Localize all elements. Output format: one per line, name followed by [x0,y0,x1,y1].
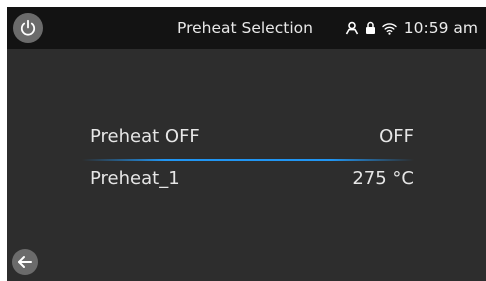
wifi-icon [382,22,397,35]
back-arrow-icon [18,256,32,268]
preheat-option-1[interactable]: Preheat_1 275 °C [82,161,414,201]
page-title: Preheat Selection [177,19,313,37]
status-bar: 10:59 am [345,7,478,49]
option-label: Preheat OFF [90,126,200,147]
back-button[interactable] [12,249,38,275]
top-bar: Preheat Selection 10:59 am [7,7,486,49]
power-icon [20,19,36,36]
option-value: 275 °C [352,168,414,189]
option-label: Preheat_1 [90,168,180,189]
power-button[interactable] [13,13,43,43]
user-icon [345,21,359,35]
preheat-selection-screen: Preheat Selection 10:59 am Preheat OFF O… [7,7,486,281]
preheat-options-list: Preheat OFF OFF Preheat_1 275 °C [82,119,414,201]
clock: 10:59 am [403,19,478,37]
option-value: OFF [379,126,414,147]
preheat-option-off[interactable]: Preheat OFF OFF [82,119,414,159]
lock-icon [365,21,376,35]
